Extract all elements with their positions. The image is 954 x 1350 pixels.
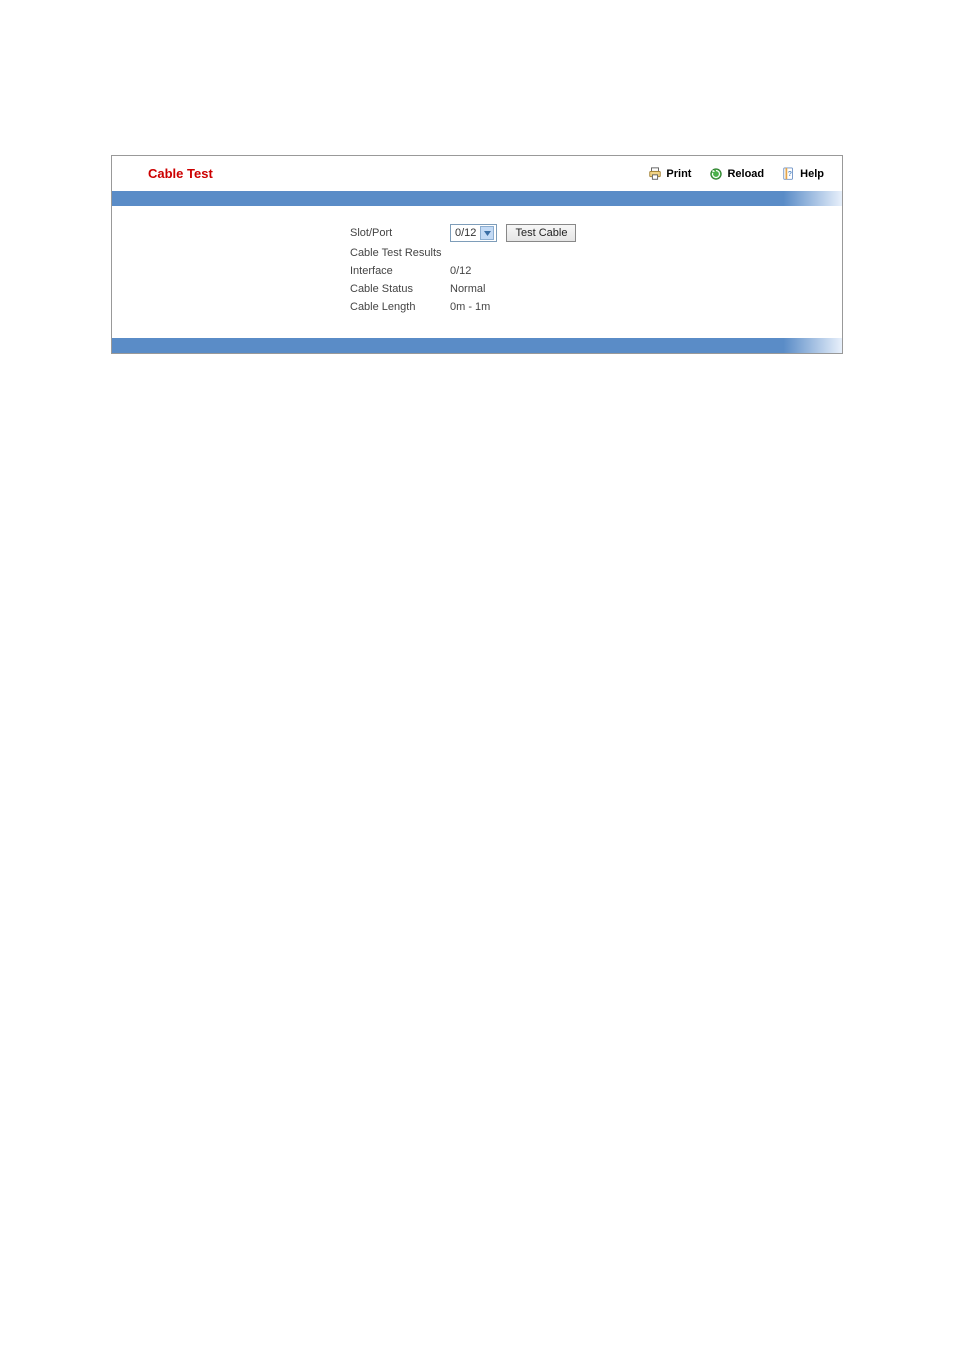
print-label: Print (666, 168, 691, 180)
reload-icon (709, 167, 723, 181)
reload-button[interactable]: Reload (709, 167, 764, 181)
interface-row: Interface 0/12 (350, 262, 842, 280)
cable-length-value: 0m - 1m (450, 298, 490, 316)
help-icon: ? (782, 167, 796, 181)
cable-status-value: Normal (450, 280, 485, 298)
chevron-down-icon (480, 226, 494, 240)
panel-header: Cable Test Print Reload (112, 156, 842, 191)
slot-port-label: Slot/Port (350, 224, 450, 242)
help-button[interactable]: ? Help (782, 167, 824, 181)
content-area: Slot/Port 0/12 Test Cable Cable Test Res… (112, 206, 842, 338)
slot-port-row: Slot/Port 0/12 Test Cable (350, 224, 842, 242)
cable-length-row: Cable Length 0m - 1m (350, 298, 842, 316)
separator-bar-bottom (112, 338, 842, 353)
page-title: Cable Test (148, 166, 213, 181)
print-button[interactable]: Print (648, 167, 691, 181)
help-label: Help (800, 168, 824, 180)
cable-status-label: Cable Status (350, 280, 450, 298)
svg-text:?: ? (788, 170, 792, 177)
separator-bar-top (112, 191, 842, 206)
interface-value: 0/12 (450, 262, 471, 280)
toolbar: Print Reload ? Help (648, 167, 824, 181)
cable-length-label: Cable Length (350, 298, 450, 316)
cable-status-row: Cable Status Normal (350, 280, 842, 298)
interface-label: Interface (350, 262, 450, 280)
results-heading: Cable Test Results (350, 244, 842, 262)
test-cable-button[interactable]: Test Cable (506, 224, 576, 242)
cable-test-panel: Cable Test Print Reload (111, 155, 843, 354)
slot-port-select[interactable]: 0/12 (450, 224, 497, 242)
slot-port-value: 0/12 (455, 224, 480, 242)
printer-icon (648, 167, 662, 181)
reload-label: Reload (727, 168, 764, 180)
